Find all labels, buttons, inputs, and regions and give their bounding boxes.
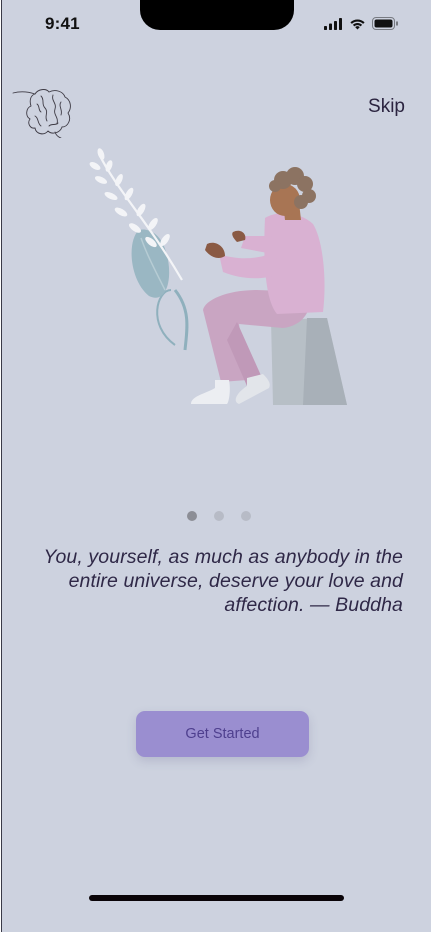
brain-logo-icon [11,86,73,139]
page-dot-3[interactable] [241,511,251,521]
battery-icon [372,17,399,30]
device-notch [140,0,294,30]
home-indicator [89,895,344,901]
status-icons [324,17,399,30]
wifi-icon [349,18,366,30]
page-dot-2[interactable] [214,511,224,521]
skip-button[interactable]: Skip [368,96,405,118]
page-indicator [1,511,431,521]
screen-edge [1,0,2,932]
page-dot-1[interactable] [187,511,197,521]
cellular-signal-icon [324,17,343,30]
quote-text: You, yourself, as much as anybody in the… [43,546,403,616]
status-time: 9:41 [45,14,80,33]
meditating-person-illustration [87,140,357,410]
get-started-button[interactable]: Get Started [136,711,309,757]
onboarding-screen: 9:41 Skip You, yourself, as much as anyb… [1,0,431,932]
